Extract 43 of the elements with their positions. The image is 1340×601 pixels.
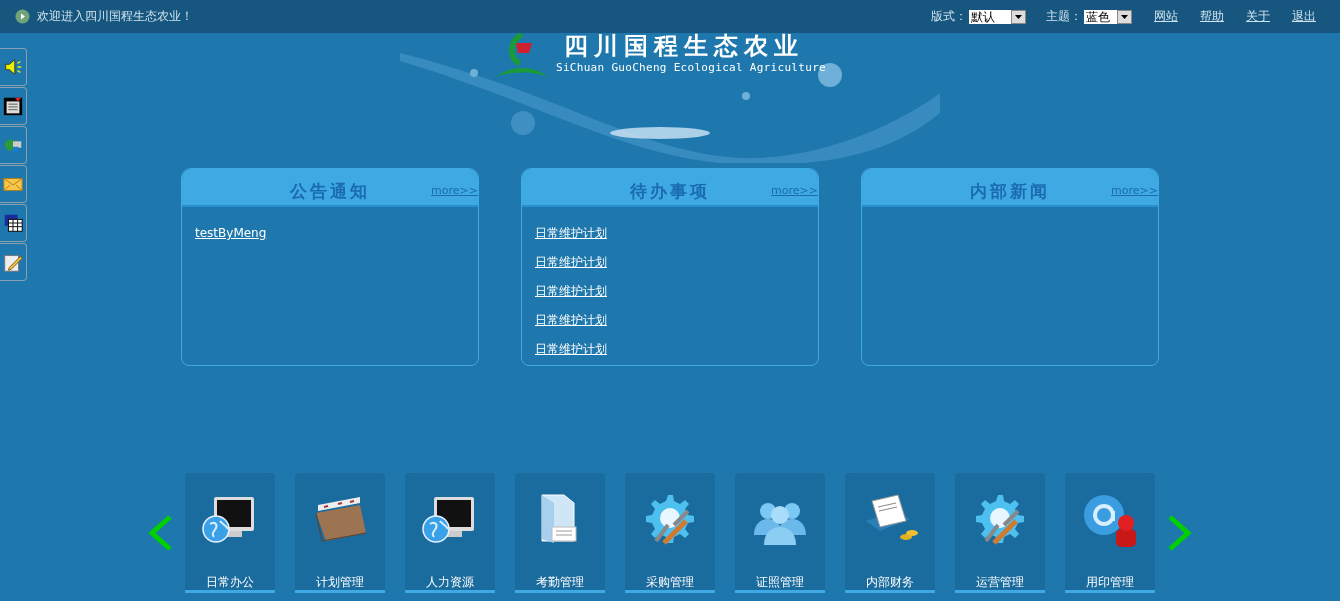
module-label: 人力资源: [426, 575, 474, 590]
module-tile[interactable]: 内部财务: [845, 473, 935, 593]
module-tile[interactable]: 用印管理: [1065, 473, 1155, 593]
nav-link[interactable]: 网站: [1154, 8, 1178, 25]
panel-title: 待办事项: [630, 180, 710, 203]
play-icon: [15, 9, 30, 24]
module-label: 计划管理: [316, 575, 364, 590]
module-tile[interactable]: 考勤管理: [515, 473, 605, 593]
nav-link[interactable]: 退出: [1292, 8, 1316, 25]
module-label: 运营管理: [976, 575, 1024, 590]
caret-icon: [1015, 14, 1022, 19]
dropdown-select[interactable]: 蓝色: [1084, 9, 1132, 24]
item-link[interactable]: 日常维护计划: [535, 284, 607, 298]
dock-button[interactable]: [0, 204, 27, 242]
dock-button[interactable]: [0, 87, 27, 125]
select-label: 版式：: [931, 8, 967, 25]
module-tile[interactable]: 日常办公: [185, 473, 275, 593]
select-label: 主题：: [1046, 8, 1082, 25]
logo-title: 四川国程生态农业: [564, 33, 805, 59]
module-label: 采购管理: [646, 575, 694, 590]
dropdown-select[interactable]: 默认: [969, 9, 1026, 24]
caret-icon: [1121, 14, 1128, 19]
module-tile[interactable]: 人力资源: [405, 473, 495, 593]
panel-title: 内部新闻: [970, 180, 1050, 203]
module-tile[interactable]: 计划管理: [295, 473, 385, 593]
item-link[interactable]: testByMeng: [195, 226, 267, 240]
module-label: 用印管理: [1086, 575, 1134, 590]
welcome-text: 欢迎进入四川国程生态农业！: [37, 8, 193, 25]
module-tile[interactable]: 采购管理: [625, 473, 715, 593]
panel-title: 公告通知: [290, 180, 370, 203]
item-link[interactable]: 日常维护计划: [535, 313, 607, 327]
module-label: 证照管理: [756, 575, 804, 590]
item-link[interactable]: 日常维护计划: [535, 226, 607, 240]
module-tile[interactable]: 证照管理: [735, 473, 825, 593]
item-link[interactable]: 日常维护计划: [535, 255, 607, 269]
logo-subtitle: SiChuan GuoCheng Ecological Agriculture: [556, 61, 826, 74]
module-tile[interactable]: 运营管理: [955, 473, 1045, 593]
module-label: 考勤管理: [536, 575, 584, 590]
module-label: 日常办公: [206, 575, 254, 590]
item-link[interactable]: 日常维护计划: [535, 342, 607, 356]
module-label: 内部财务: [866, 575, 914, 590]
nav-link[interactable]: 帮助: [1200, 8, 1224, 25]
nav-link[interactable]: 关于: [1246, 8, 1270, 25]
